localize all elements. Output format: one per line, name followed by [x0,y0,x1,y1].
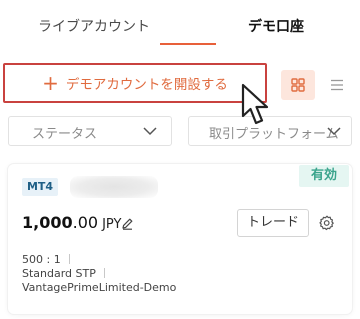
leverage-row: 500 : 1 [22,253,70,266]
edit-icon[interactable] [121,217,134,230]
trading-platform-select-label: 取引プラットフォーム [209,127,339,142]
platform-badge: MT4 [22,178,58,196]
tab-live-account[interactable]: ライブアカウント [38,16,178,36]
mouse-cursor-icon [241,83,269,125]
balance-integer: 1,000 [22,213,73,232]
status-badge: 有効 [299,165,349,187]
chevron-down-icon [327,127,341,136]
balance-currency: JPY [102,217,122,232]
leverage-value: 500 : 1 [22,253,61,266]
redacted-account-number [70,176,158,198]
status-select[interactable]: ステータス [8,116,172,146]
divider [103,268,105,278]
server-row: VantagePrimeLimited-Demo [22,281,176,294]
balance-decimal: .00 [72,213,99,232]
active-tab-indicator [160,43,216,45]
account-balance: 1,000.00 JPY [22,213,121,232]
chevron-down-icon [143,127,157,136]
server-value: VantagePrimeLimited-Demo [22,281,177,294]
list-view-button[interactable] [322,70,352,100]
status-select-label: ステータス [32,127,98,142]
plus-icon: + [42,71,59,95]
grid-view-button[interactable] [281,70,315,100]
divider [68,254,70,264]
demo-account-card: MT4 有効 1,000.00 JPY トレード 500 : 1 Standard… [8,164,352,314]
trade-button[interactable]: トレード [237,209,309,237]
tab-demo-account[interactable]: デモ口座 [248,16,318,36]
account-type-value: Standard STP [22,267,96,280]
account-type-row: Standard STP [22,267,105,280]
list-icon [331,79,343,91]
open-demo-account-label: デモアカウントを開設する [65,77,228,93]
account-tabs: ライブアカウント デモ口座 [0,0,360,48]
open-demo-account-button[interactable]: + デモアカウントを開設する [3,63,267,103]
grid-icon [291,78,305,92]
gear-icon[interactable] [319,215,335,231]
